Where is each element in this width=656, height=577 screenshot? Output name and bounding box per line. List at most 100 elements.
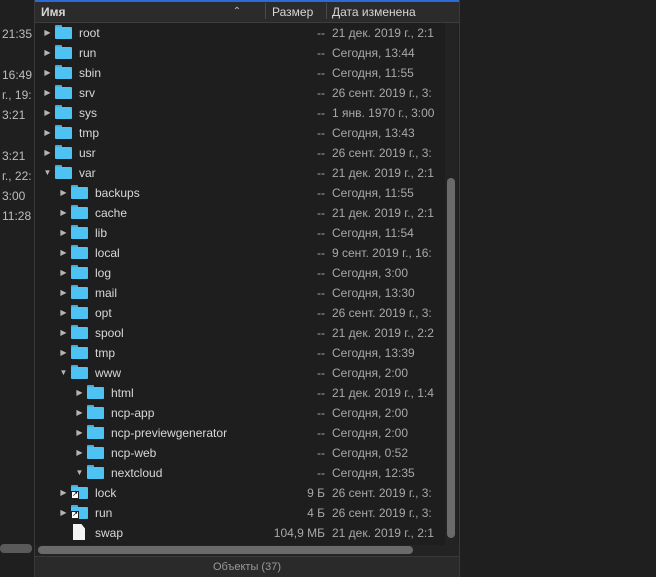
file-name: var (79, 166, 96, 180)
file-size: -- (317, 186, 325, 200)
disclosure-right-icon[interactable]: ▶ (59, 488, 68, 497)
disclosure-right-icon[interactable]: ▶ (75, 388, 84, 397)
disclosure-right-icon[interactable]: ▶ (43, 148, 52, 157)
chevron-up-icon[interactable]: ⌃ (231, 1, 243, 21)
disclosure-right-icon[interactable]: ▶ (59, 208, 68, 217)
disclosure-right-icon[interactable]: ▶ (59, 508, 68, 517)
left-pane-text: 3:21 (2, 149, 26, 163)
file-name: cache (95, 206, 128, 220)
table-row[interactable]: ▶ log -- Сегодня, 3:00 (35, 263, 445, 283)
right-pane (459, 0, 656, 577)
table-row[interactable]: ▶ opt -- 26 сент. 2019 г., 3: (35, 303, 445, 323)
file-date: 21 дек. 2019 г., 2:1 (332, 526, 434, 540)
vertical-scrollbar[interactable] (445, 23, 458, 545)
table-row[interactable]: ▶ ncp-app -- Сегодня, 2:00 (35, 403, 445, 423)
table-row[interactable]: ▶ backups -- Сегодня, 11:55 (35, 183, 445, 203)
vertical-scrollbar-thumb[interactable] (447, 178, 455, 538)
table-row[interactable]: ▶ cache -- 21 дек. 2019 г., 2:1 (35, 203, 445, 223)
column-date-header[interactable]: Дата изменена (332, 0, 416, 22)
disclosure-down-icon[interactable]: ▼ (59, 368, 68, 377)
disclosure-right-icon[interactable]: ▶ (59, 248, 68, 257)
file-size: -- (317, 126, 325, 140)
file-date: Сегодня, 13:43 (332, 126, 415, 140)
file-name: ncp-app (111, 406, 155, 420)
table-row[interactable]: ▶ usr -- 26 сент. 2019 г., 3: (35, 143, 445, 163)
horizontal-scrollbar[interactable] (35, 545, 459, 556)
folder-icon (71, 345, 88, 359)
table-row[interactable]: ▶ ncp-previewgenerator -- Сегодня, 2:00 (35, 423, 445, 443)
disclosure-right-icon[interactable]: ▶ (43, 68, 52, 77)
left-pane-scrollbar[interactable] (0, 544, 32, 553)
column-size-header[interactable]: Размер (272, 0, 313, 22)
table-row[interactable]: ▶ root -- 21 дек. 2019 г., 2:1 (35, 23, 445, 43)
file-name: run (95, 506, 113, 520)
file-size: -- (317, 406, 325, 420)
file-name: root (79, 26, 100, 40)
file-size: -- (317, 346, 325, 360)
file-size: -- (317, 306, 325, 320)
table-row[interactable]: ▼ nextcloud -- Сегодня, 12:35 (35, 463, 445, 483)
table-row[interactable]: ▶ lib -- Сегодня, 11:54 (35, 223, 445, 243)
file-date: 21 дек. 2019 г., 2:1 (332, 206, 434, 220)
file-name: sbin (79, 66, 102, 80)
table-row[interactable]: ▼ var -- 21 дек. 2019 г., 2:1 (35, 163, 445, 183)
table-row[interactable]: ▶ html -- 21 дек. 2019 г., 1:4 (35, 383, 445, 403)
disclosure-right-icon[interactable]: ▶ (75, 428, 84, 437)
folder-icon (71, 305, 88, 319)
table-row[interactable]: ▶ spool -- 21 дек. 2019 г., 2:2 (35, 323, 445, 343)
table-row[interactable]: ▶ ↗ run 4 Б 26 сент. 2019 г., 3: (35, 503, 445, 523)
disclosure-right-icon[interactable]: ▶ (43, 108, 52, 117)
disclosure-right-icon[interactable]: ▶ (43, 88, 52, 97)
disclosure-right-icon[interactable]: ▶ (75, 408, 84, 417)
table-row[interactable]: ▶ mail -- Сегодня, 13:30 (35, 283, 445, 303)
disclosure-right-icon[interactable]: ▶ (43, 48, 52, 57)
column-name-header[interactable]: Имя (41, 0, 241, 22)
file-size: -- (317, 66, 325, 80)
disclosure-right-icon[interactable]: ▶ (59, 228, 68, 237)
table-row[interactable]: swap 104,9 МБ 21 дек. 2019 г., 2:1 (35, 523, 445, 543)
column-divider[interactable] (265, 3, 266, 19)
file-size: -- (317, 106, 325, 120)
column-divider[interactable] (326, 3, 327, 19)
file-size: -- (317, 326, 325, 340)
table-row[interactable]: ▶ run -- Сегодня, 13:44 (35, 43, 445, 63)
file-size: -- (317, 266, 325, 280)
table-row[interactable]: ▶ sys -- 1 янв. 1970 г., 3:00 (35, 103, 445, 123)
disclosure-right-icon[interactable]: ▶ (59, 188, 68, 197)
file-date: Сегодня, 13:30 (332, 286, 415, 300)
disclosure-right-icon[interactable]: ▶ (43, 128, 52, 137)
table-row[interactable]: ▶ ↗ lock 9 Б 26 сент. 2019 г., 3: (35, 483, 445, 503)
folder-icon (55, 45, 72, 59)
file-date: Сегодня, 2:00 (332, 426, 409, 440)
folder-icon (71, 245, 88, 259)
folder-icon (87, 465, 104, 479)
folder-icon (71, 225, 88, 239)
table-row[interactable]: ▼ www -- Сегодня, 2:00 (35, 363, 445, 383)
left-pane-text: г., 22: (2, 169, 32, 183)
table-row[interactable]: ▶ ncp-web -- Сегодня, 0:52 (35, 443, 445, 463)
file-date: 1 янв. 1970 г., 3:00 (332, 106, 435, 120)
left-pane-text: 3:21 (2, 108, 26, 122)
table-row[interactable]: ▶ tmp -- Сегодня, 13:39 (35, 343, 445, 363)
disclosure-down-icon[interactable]: ▼ (75, 468, 84, 477)
table-row[interactable]: ▶ sbin -- Сегодня, 11:55 (35, 63, 445, 83)
disclosure-right-icon[interactable]: ▶ (59, 308, 68, 317)
file-name: www (95, 366, 121, 380)
disclosure-right-icon[interactable]: ▶ (75, 448, 84, 457)
disclosure-right-icon[interactable]: ▶ (59, 328, 68, 337)
disclosure-down-icon[interactable]: ▼ (43, 168, 52, 177)
folder-icon (71, 265, 88, 279)
disclosure-right-icon[interactable]: ▶ (43, 28, 52, 37)
table-row[interactable]: ▶ tmp -- Сегодня, 13:43 (35, 123, 445, 143)
status-bar: Объекты (37) (35, 556, 459, 577)
file-name: swap (95, 526, 124, 540)
disclosure-right-icon[interactable]: ▶ (59, 268, 68, 277)
horizontal-scrollbar-thumb[interactable] (38, 546, 413, 554)
table-row[interactable]: ▶ local -- 9 сент. 2019 г., 16: (35, 243, 445, 263)
disclosure-right-icon[interactable]: ▶ (59, 348, 68, 357)
file-size: 4 Б (307, 506, 325, 520)
disclosure-right-icon[interactable]: ▶ (59, 288, 68, 297)
table-row[interactable]: ▶ srv -- 26 сент. 2019 г., 3: (35, 83, 445, 103)
file-size: -- (317, 86, 325, 100)
file-name: nextcloud (111, 466, 163, 480)
